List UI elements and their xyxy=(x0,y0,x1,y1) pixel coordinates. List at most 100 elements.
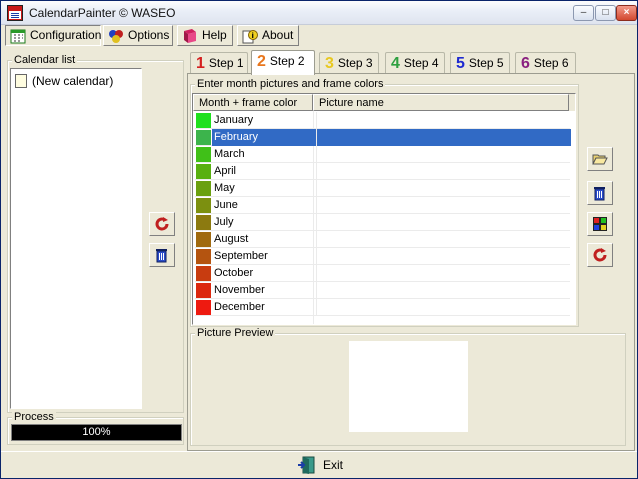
process-legend: Process xyxy=(12,411,56,423)
month-name: July xyxy=(214,216,234,228)
tab-step-4[interactable]: 4 Step 4 xyxy=(385,52,445,74)
refresh-calendar-button[interactable] xyxy=(149,212,175,236)
picture-name-cell[interactable] xyxy=(316,146,571,163)
picture-name-cell[interactable] xyxy=(316,299,571,316)
frame-color-swatch[interactable] xyxy=(196,249,211,264)
calendar-list-legend: Calendar list xyxy=(12,54,78,66)
process-progress-bar: 100% xyxy=(11,424,182,441)
picture-name-cell[interactable] xyxy=(316,163,571,180)
frame-color-swatch[interactable] xyxy=(196,147,211,162)
frame-color-swatch[interactable] xyxy=(196,300,211,315)
app-calendar-icon xyxy=(7,5,23,21)
month-name: May xyxy=(214,182,235,194)
picture-name-cell[interactable] xyxy=(316,231,571,248)
month-colors-legend: Enter month pictures and frame colors xyxy=(195,78,386,90)
tab-step-3[interactable]: 3 Step 3 xyxy=(319,52,379,74)
about-button[interactable]: i About xyxy=(237,25,299,46)
app-window: CalendarPainter © WASEO – □ × Configurat… xyxy=(0,0,638,479)
month-row[interactable]: September xyxy=(195,248,570,265)
picture-name-cell[interactable] xyxy=(316,282,571,299)
month-row[interactable]: January xyxy=(195,112,570,129)
column-month-frame-color[interactable]: Month + frame color xyxy=(193,94,313,111)
calendar-list-item[interactable]: (New calendar) xyxy=(15,73,113,89)
maximize-button[interactable]: □ xyxy=(595,5,616,21)
help-book-icon xyxy=(184,29,196,43)
reset-colors-button[interactable] xyxy=(587,243,613,267)
delete-picture-button[interactable] xyxy=(587,181,613,205)
about-info-icon: i xyxy=(242,30,258,44)
month-list[interactable]: Month + frame color Picture name January… xyxy=(192,93,576,325)
refresh-icon xyxy=(155,217,169,231)
frame-color-swatch[interactable] xyxy=(196,232,211,247)
tab-step-5[interactable]: 5 Step 5 xyxy=(450,52,510,74)
picture-name-cell[interactable] xyxy=(316,112,571,129)
step-2-number: 2 xyxy=(257,53,266,70)
calendar-grid-icon xyxy=(10,29,26,44)
picture-name-cell[interactable] xyxy=(316,197,571,214)
step-4-number: 4 xyxy=(391,55,400,72)
trash-icon xyxy=(156,249,167,263)
frame-color-swatch[interactable] xyxy=(196,164,211,179)
picture-name-cell[interactable] xyxy=(316,248,571,265)
month-name: February xyxy=(212,129,316,146)
month-name: December xyxy=(214,301,265,313)
frame-color-swatch[interactable] xyxy=(196,113,211,128)
exit-label: Exit xyxy=(323,458,344,472)
options-button[interactable]: Options xyxy=(103,25,173,46)
about-label: About xyxy=(262,28,294,42)
minimize-button[interactable]: – xyxy=(573,5,594,21)
picture-name-cell[interactable] xyxy=(316,214,571,231)
frame-color-swatch[interactable] xyxy=(196,283,211,298)
step-1-number: 1 xyxy=(196,55,205,72)
month-row[interactable]: June xyxy=(195,197,570,214)
month-row[interactable]: October xyxy=(195,265,570,282)
frame-color-swatch[interactable] xyxy=(196,198,211,213)
month-name: January xyxy=(214,114,254,126)
configuration-label: Configuration xyxy=(30,28,102,42)
column-picture-name[interactable]: Picture name xyxy=(313,94,569,111)
month-row[interactable]: August xyxy=(195,231,570,248)
window-title: CalendarPainter © WASEO xyxy=(29,6,176,20)
exit-door-icon xyxy=(298,456,315,474)
month-row[interactable]: December xyxy=(195,299,570,316)
picture-name-cell[interactable] xyxy=(316,129,571,146)
calendar-item-label: (New calendar) xyxy=(32,74,114,88)
svg-text:i: i xyxy=(252,32,254,40)
color-palette-icon xyxy=(593,217,607,231)
picture-name-cell[interactable] xyxy=(316,265,571,282)
refresh-icon xyxy=(593,248,607,262)
month-name: November xyxy=(214,284,265,296)
picture-preview-legend: Picture Preview xyxy=(195,327,276,339)
month-row[interactable]: April xyxy=(195,163,570,180)
month-row[interactable]: November xyxy=(195,282,570,299)
frame-color-swatch[interactable] xyxy=(196,266,211,281)
close-button[interactable]: × xyxy=(616,5,637,21)
step-5-number: 5 xyxy=(456,55,465,72)
tab-step-6[interactable]: 6 Step 6 xyxy=(515,52,576,74)
exit-button[interactable]: Exit xyxy=(297,454,343,476)
tab-step-2[interactable]: 2 Step 2 xyxy=(251,50,315,75)
month-name: October xyxy=(214,267,254,279)
step-2-label: Step 2 xyxy=(269,54,305,68)
frame-color-button[interactable] xyxy=(587,212,613,236)
delete-calendar-button[interactable] xyxy=(149,243,175,267)
month-row[interactable]: March xyxy=(195,146,570,163)
month-name: June xyxy=(214,199,238,211)
frame-color-swatch[interactable] xyxy=(196,215,211,230)
configuration-button[interactable]: Configuration xyxy=(5,25,101,46)
help-button[interactable]: Help xyxy=(177,25,233,46)
month-row[interactable]: May xyxy=(195,180,570,197)
tab-step-1[interactable]: 1 Step 1 xyxy=(190,52,248,74)
month-name: March xyxy=(214,148,245,160)
month-row[interactable]: February xyxy=(195,129,571,146)
step-3-number: 3 xyxy=(325,55,334,72)
options-label: Options xyxy=(128,28,170,42)
frame-color-swatch[interactable] xyxy=(196,130,211,145)
calendar-list[interactable]: (New calendar) xyxy=(10,68,142,409)
open-picture-button[interactable] xyxy=(587,147,613,171)
frame-color-swatch[interactable] xyxy=(196,181,211,196)
month-row[interactable]: July xyxy=(195,214,570,231)
step-5-label: Step 5 xyxy=(468,56,504,70)
new-document-icon xyxy=(15,74,27,88)
picture-name-cell[interactable] xyxy=(316,180,571,197)
